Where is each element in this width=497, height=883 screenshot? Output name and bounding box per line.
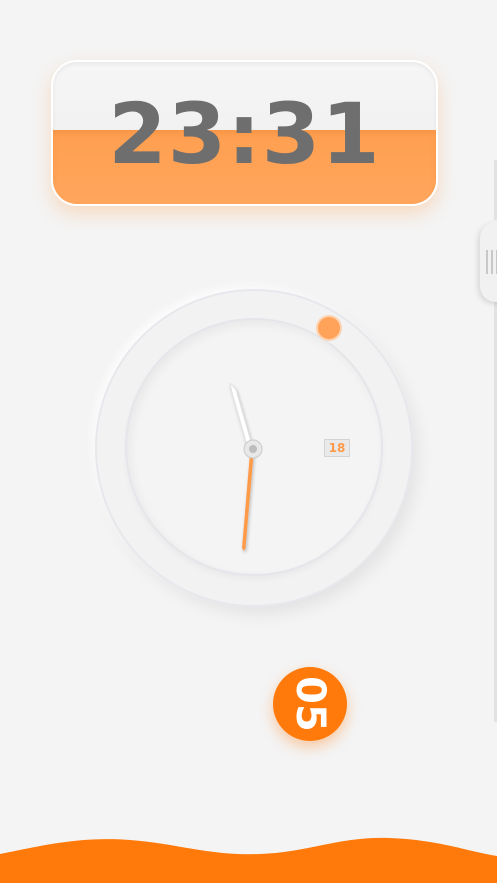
counter-badge-text: 05 <box>287 676 333 732</box>
clock-hands <box>229 382 263 551</box>
hands-pivot-center <box>249 445 257 453</box>
counter-badge[interactable]: 05 <box>273 667 347 741</box>
orange-wave-footer <box>0 837 497 883</box>
minute-hand <box>242 447 254 551</box>
